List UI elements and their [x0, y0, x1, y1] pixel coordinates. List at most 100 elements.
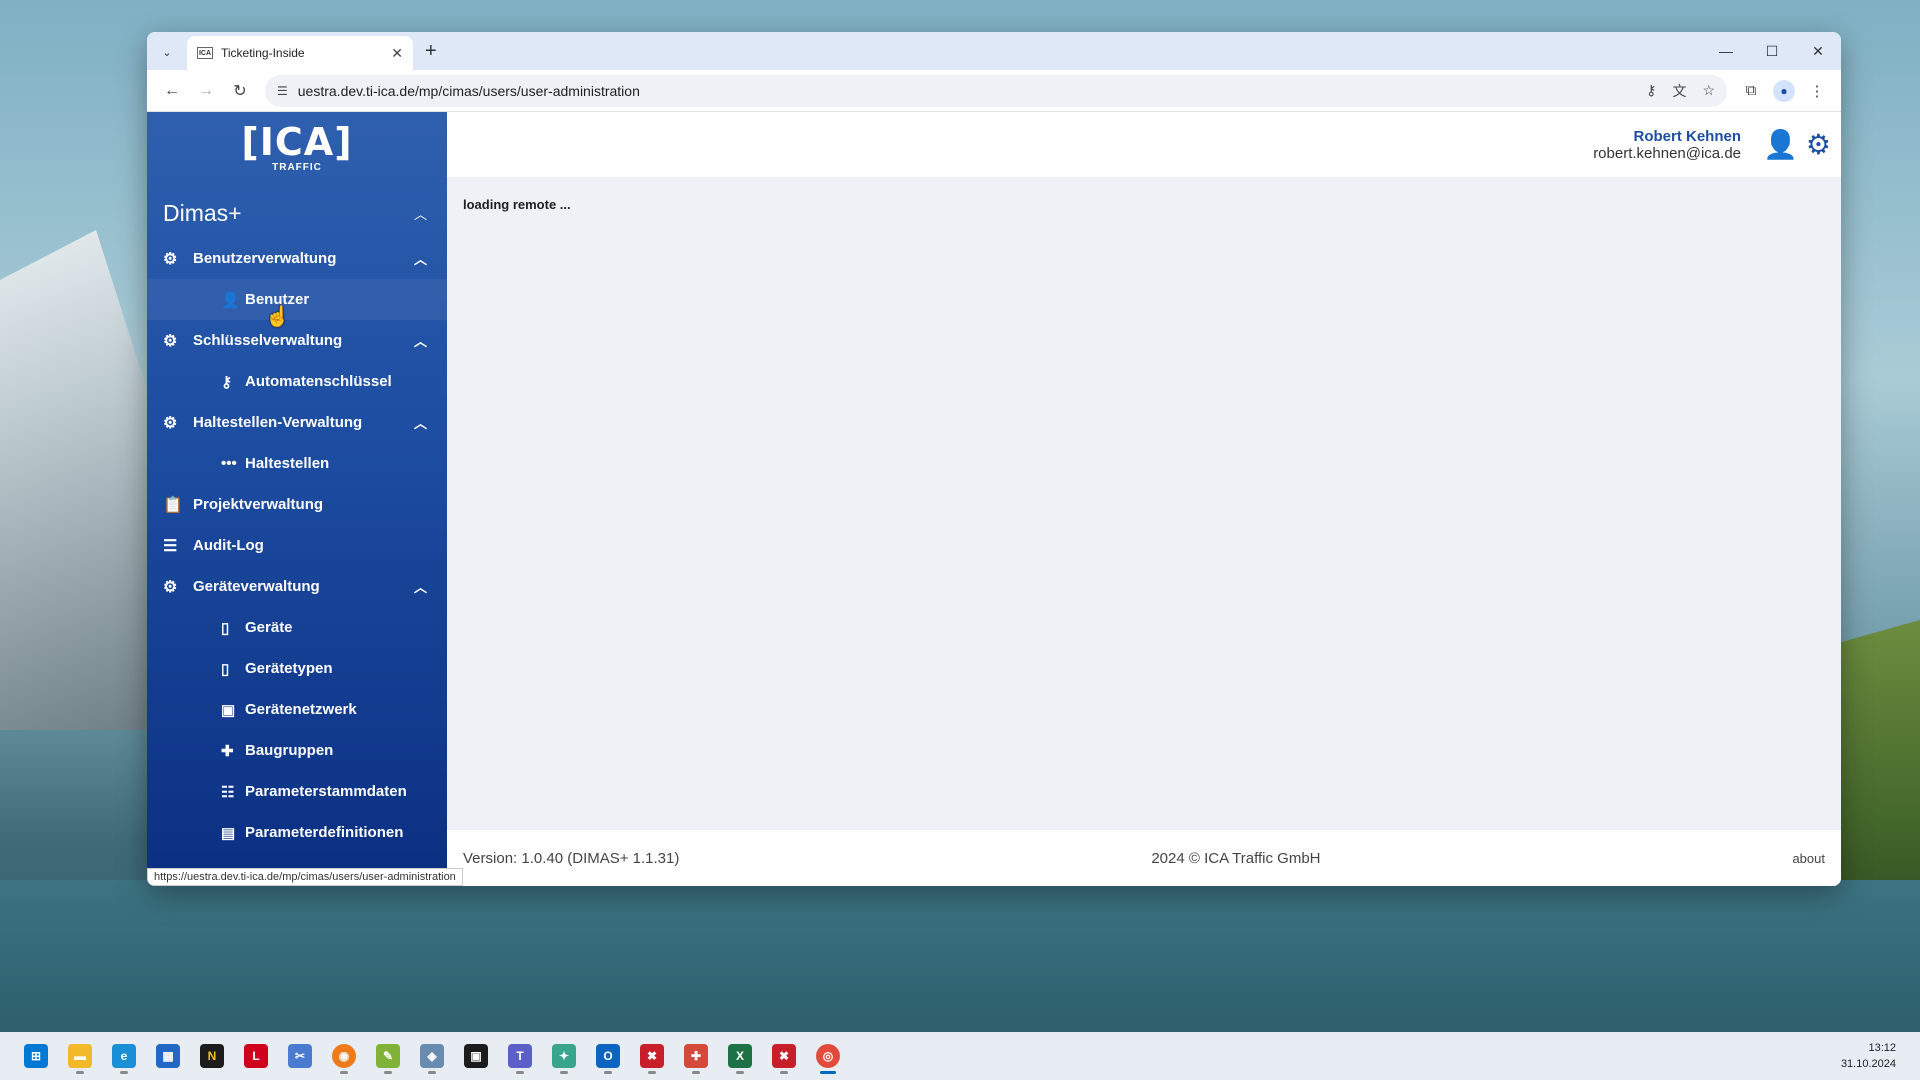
sidebar-item-label: Automatenschlüssel: [245, 373, 392, 390]
sidebar-item-label: Audit-Log: [193, 537, 264, 554]
ica-logo[interactable]: [ICA] TRAFFIC: [147, 112, 447, 188]
user-gear-icon: ⚙: [163, 250, 178, 268]
logo-subtitle: TRAFFIC: [272, 162, 322, 173]
edge-browser-icon[interactable]: e: [102, 1036, 146, 1076]
loading-message: loading remote ...: [463, 197, 571, 212]
settings-gear-icon[interactable]: ⚙: [1806, 128, 1831, 161]
copyright-text: 2024 © ICA Traffic GmbH: [1151, 849, 1321, 867]
network-app-icon[interactable]: ✦: [542, 1036, 586, 1076]
tab-bar: ⌄ ICA Ticketing-Inside ✕ + — ☐ ✕: [147, 32, 1841, 70]
app-section-dimas[interactable]: Dimas+ ︿: [147, 188, 447, 238]
sidebar-item-geraetenetzwerk[interactable]: ▣ Gerätenetzwerk: [147, 689, 447, 730]
browser-toolbar: ← → ↻ ☰ uestra.dev.ti-ica.de/mp/cimas/us…: [147, 70, 1841, 112]
sidebar-item-baugruppen[interactable]: ✚ Baugruppen: [147, 730, 447, 771]
extensions-icon[interactable]: ⧉: [1735, 82, 1767, 99]
pin-app-icon[interactable]: ✚: [674, 1036, 718, 1076]
system-clock[interactable]: 13:12 31.10.2024: [1841, 1040, 1896, 1072]
xmind-second-icon[interactable]: ✖: [762, 1036, 806, 1076]
sidebar-group-benutzerverwaltung[interactable]: ⚙ Benutzerverwaltung ︿: [147, 238, 447, 279]
user-info: Robert Kehnen robert.kehnen@ica.de: [1593, 128, 1741, 162]
sidebar-item-label: Gerätenetzwerk: [245, 701, 357, 718]
browser-tab[interactable]: ICA Ticketing-Inside ✕: [187, 36, 413, 70]
sidebar-group-geraeteverwaltung[interactable]: ⚙ Geräteverwaltung ︿: [147, 566, 447, 607]
store-icon[interactable]: ▦: [146, 1036, 190, 1076]
translate-icon[interactable]: 文: [1672, 81, 1686, 101]
key-gear-icon: ⚙: [163, 332, 178, 350]
sidebar-item-parameterdefinitionen[interactable]: ▤ Parameterdefinitionen: [147, 812, 447, 853]
firefox-icon[interactable]: ◉: [322, 1036, 366, 1076]
minimize-icon[interactable]: —: [1703, 32, 1749, 70]
teams-icon[interactable]: T: [498, 1036, 542, 1076]
chevron-up-icon: ︿: [413, 252, 427, 267]
outlook-icon[interactable]: O: [586, 1036, 630, 1076]
sidebar-group-schluesselverwaltung[interactable]: ⚙ Schlüsselverwaltung ︿: [147, 320, 447, 361]
logo-mark: [ICA]: [241, 120, 353, 164]
toolbar-actions: ⧉ ● ⋮: [1735, 79, 1833, 102]
sidebar-item-haltestellen[interactable]: ••• Haltestellen: [147, 443, 447, 484]
network-icon: ▣: [221, 701, 236, 719]
sidebar-item-benutzer[interactable]: 👤 Benutzer: [147, 279, 447, 320]
chrome-icon[interactable]: ◎: [806, 1036, 850, 1076]
maximize-icon[interactable]: ☐: [1749, 32, 1795, 70]
stops-icon: •••: [221, 455, 237, 472]
wallpaper-lake: [0, 880, 1920, 1032]
sidebar-group-haltestellen-verwaltung[interactable]: ⚙ Haltestellen-Verwaltung ︿: [147, 402, 447, 443]
web-app: [ICA] TRAFFIC Dimas+ ︿ ⚙ Benutzerverwalt…: [147, 112, 1841, 886]
sidebar-item-label: Benutzerverwaltung: [193, 250, 337, 267]
sidebar-item-label: Projektverwaltung: [193, 496, 324, 513]
sidebar-item-projektverwaltung[interactable]: 📋 Projektverwaltung: [147, 484, 447, 525]
tab-search-button[interactable]: ⌄: [155, 40, 179, 64]
clock-date: 31.10.2024: [1840, 1058, 1896, 1070]
device-icon: ▯: [221, 619, 230, 637]
sidebar-item-audit-log[interactable]: ☰ Audit-Log: [147, 525, 447, 566]
stops-gear-icon: ⚙: [163, 414, 178, 432]
bookmark-star-icon[interactable]: ☆: [1702, 82, 1715, 99]
device-types-icon: ▯: [221, 660, 230, 678]
sidebar-item-automatenschluessel[interactable]: ⚷ Automatenschlüssel: [147, 361, 447, 402]
url-text[interactable]: uestra.dev.ti-ica.de/mp/cimas/users/user…: [298, 83, 1630, 99]
user-account-icon[interactable]: 👤: [1763, 128, 1798, 161]
sidebar-item-label: Schlüsselverwaltung: [193, 332, 343, 349]
sidebar-item-label: Geräteverwaltung: [193, 578, 320, 595]
taskbar: ⊞ ▬ e ▦ N L ✂ ◉ ✎ ◈ ▣ T ✦ O ✖ ✚ X ✖ ◎ 13…: [0, 1032, 1920, 1080]
start-windows-icon[interactable]: ⊞: [14, 1036, 58, 1076]
profile-avatar-icon[interactable]: ●: [1773, 79, 1795, 102]
reload-button[interactable]: ↻: [223, 74, 257, 108]
site-info-icon[interactable]: ☰: [277, 84, 288, 98]
chevron-up-icon: ︿: [413, 206, 427, 222]
sidebar-item-geraetetypen[interactable]: ▯ Gerätetypen: [147, 648, 447, 689]
tab-title: Ticketing-Inside: [221, 46, 305, 60]
xmind-icon[interactable]: ✖: [630, 1036, 674, 1076]
clock-time: 13:12: [1868, 1042, 1896, 1054]
password-key-icon[interactable]: ⚷: [1646, 82, 1656, 99]
content-area: Robert Kehnen robert.kehnen@ica.de 👤 ⚙ l…: [447, 112, 1841, 886]
close-tab-icon[interactable]: ✕: [391, 45, 403, 62]
address-bar[interactable]: ☰ uestra.dev.ti-ica.de/mp/cimas/users/us…: [265, 74, 1727, 107]
sidebar-item-parameterstammdaten[interactable]: ☷ Parameterstammdaten: [147, 771, 447, 812]
favicon-icon: ICA: [197, 47, 213, 59]
device-gear-icon: ⚙: [163, 578, 178, 596]
back-button[interactable]: ←: [155, 74, 189, 108]
new-tab-button[interactable]: +: [425, 40, 437, 63]
window-controls: — ☐ ✕: [1703, 32, 1841, 70]
terminal-app-icon[interactable]: ▣: [454, 1036, 498, 1076]
snipping-tool-icon[interactable]: ✂: [278, 1036, 322, 1076]
notepad-icon[interactable]: ✎: [366, 1036, 410, 1076]
browser-menu-icon[interactable]: ⋮: [1801, 82, 1833, 100]
excel-icon[interactable]: X: [718, 1036, 762, 1076]
file-explorer-icon[interactable]: ▬: [58, 1036, 102, 1076]
about-link[interactable]: about: [1792, 851, 1825, 866]
browser-window: ⌄ ICA Ticketing-Inside ✕ + — ☐ ✕ ← → ↻ ☰…: [147, 32, 1841, 886]
chevron-up-icon: ︿: [413, 416, 427, 431]
app-n-icon[interactable]: N: [190, 1036, 234, 1076]
user-name: Robert Kehnen: [1633, 127, 1742, 145]
security-app-icon[interactable]: ◈: [410, 1036, 454, 1076]
close-window-icon[interactable]: ✕: [1795, 32, 1841, 70]
sidebar-item-geraete[interactable]: ▯ Geräte: [147, 607, 447, 648]
forward-button[interactable]: →: [189, 74, 223, 108]
version-text: Version: 1.0.40 (DIMAS+ 1.1.31): [463, 849, 680, 867]
puzzle-icon: ✚: [221, 742, 234, 760]
app-l-icon[interactable]: L: [234, 1036, 278, 1076]
user-icon: 👤: [221, 291, 240, 309]
app-footer: Version: 1.0.40 (DIMAS+ 1.1.31) 2024 © I…: [447, 830, 1841, 886]
